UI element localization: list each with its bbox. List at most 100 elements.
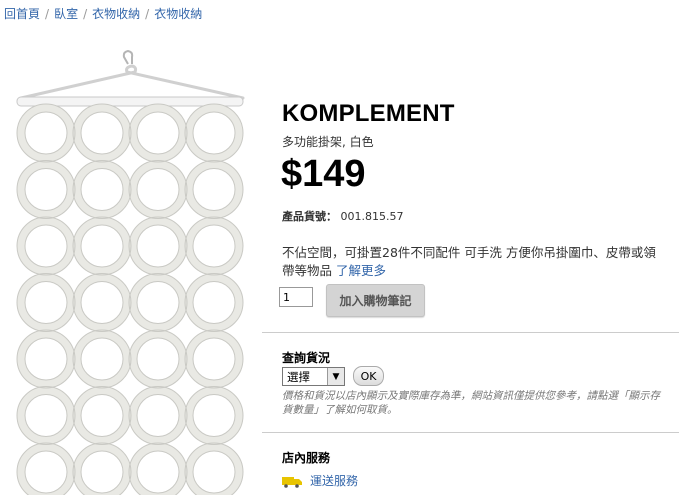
hanger-ring <box>192 224 236 268</box>
hanger-ring <box>192 168 236 211</box>
breadcrumb-storage[interactable]: 衣物收納 <box>92 7 140 21</box>
hanger-ring <box>73 386 131 445</box>
hanger-ring <box>16 103 76 163</box>
hanger-ring <box>129 273 187 332</box>
truck-icon <box>282 476 302 488</box>
hanger-ring <box>80 168 124 211</box>
hanger-ring <box>129 160 187 219</box>
hanger-ring <box>129 104 187 162</box>
hanger-ring <box>184 329 244 389</box>
hanger-ring <box>17 443 75 495</box>
hanger-ring <box>73 273 131 332</box>
delivery-service-label: 運送服務 <box>310 474 359 488</box>
hanger-ring <box>72 329 132 389</box>
hanger-ring <box>24 337 68 381</box>
hanger-ring <box>129 217 187 275</box>
hanger-ring <box>17 386 75 445</box>
hanger-ring <box>72 160 132 219</box>
hanger-ring <box>73 443 131 495</box>
hanger-ring <box>24 281 68 324</box>
product-description: 不佔空間，可掛置28件不同配件 可手洗 方便你吊掛圍巾、皮帶或領帶等物品 了解更… <box>282 244 667 280</box>
hanger-ring <box>185 330 243 388</box>
hanger-ring <box>72 216 132 276</box>
hanger-ring <box>136 337 180 381</box>
hanger-ring <box>73 104 131 162</box>
hanger-ring <box>128 103 188 163</box>
hanger-ring <box>185 273 243 332</box>
hanger-ring <box>129 386 187 445</box>
hanger-ring <box>80 281 124 324</box>
hanger-ring <box>192 394 236 437</box>
hanger-ring <box>185 386 243 445</box>
hanger-ring <box>128 386 188 445</box>
store-services-title: 店內服務 <box>282 451 331 465</box>
product-image[interactable] <box>15 50 255 495</box>
hanger-ring <box>129 443 187 495</box>
hanger-ring <box>128 329 188 389</box>
hanger-ring <box>192 111 236 155</box>
chevron-down-icon[interactable]: ▼ <box>327 368 344 385</box>
add-to-shopping-list-button[interactable]: 加入購物筆記 <box>326 284 425 317</box>
hanger-ring <box>16 216 76 276</box>
hanger-ring <box>17 273 75 332</box>
breadcrumb-home[interactable]: 回首頁 <box>4 7 40 21</box>
breadcrumb-bedroom[interactable]: 臥室 <box>54 7 78 21</box>
hanger-ring <box>136 450 180 494</box>
quantity-input[interactable] <box>279 287 313 307</box>
hanger-ring <box>136 168 180 211</box>
hanger-ring <box>80 111 124 155</box>
hanger-ring <box>72 103 132 163</box>
hanger-ring <box>17 160 75 219</box>
hanger-ring <box>24 394 68 437</box>
stock-note: 價格和貨況以店內顯示及實際庫存為準，網站資訊僅提供您參考，請點選「顯示存貨數量」… <box>282 390 660 416</box>
hanger-ring <box>80 224 124 268</box>
hanger-ring <box>24 450 68 494</box>
hanger-ring <box>185 104 243 162</box>
hanger-ring <box>192 337 236 381</box>
article-number: 產品貨號： 001.815.57 <box>282 208 403 224</box>
product-price: $149 <box>281 153 366 195</box>
store-select[interactable]: 選擇 ▼ <box>282 367 345 386</box>
hanger-ring <box>24 168 68 211</box>
hanger-ring <box>128 216 188 276</box>
store-select-value: 選擇 <box>287 370 310 384</box>
hanger-ring <box>129 330 187 388</box>
hanger-ring <box>24 224 68 268</box>
hanger-ring <box>17 330 75 388</box>
breadcrumb-separator: / <box>83 7 88 21</box>
hanger-ring <box>73 160 131 219</box>
hanger-ring <box>184 103 244 163</box>
ok-button[interactable]: OK <box>353 366 384 386</box>
breadcrumb-separator: / <box>145 7 150 21</box>
hanger-ring <box>16 160 76 219</box>
hanger-ring <box>184 386 244 445</box>
hanger-ring <box>184 160 244 219</box>
breadcrumb-separator: / <box>45 7 50 21</box>
hanger-ring <box>72 273 132 332</box>
hanger-ring <box>128 273 188 332</box>
hanger-ring <box>184 216 244 276</box>
divider <box>262 432 679 433</box>
hanger-ring <box>80 394 124 437</box>
product-title: KOMPLEMENT <box>282 100 455 127</box>
breadcrumb-storage-sub[interactable]: 衣物收納 <box>154 7 202 21</box>
hanger-ring <box>185 443 243 495</box>
hanger-ring <box>24 111 68 155</box>
hanger-ring <box>185 217 243 275</box>
hanger-ring <box>128 160 188 219</box>
hanger-ring <box>16 386 76 445</box>
delivery-service-link[interactable]: 運送服務 <box>282 472 358 489</box>
hanger-ring <box>17 104 75 162</box>
learn-more-link[interactable]: 了解更多 <box>336 263 386 278</box>
article-number-label: 產品貨號： <box>282 210 337 223</box>
hanger-ring <box>73 217 131 275</box>
hanger-ring <box>192 281 236 324</box>
hanger-ring <box>136 111 180 155</box>
hanger-ring <box>80 450 124 494</box>
hanger-ring <box>80 337 124 381</box>
hanger-ring <box>16 273 76 332</box>
product-subtitle: 多功能掛架, 白色 <box>282 135 374 149</box>
hanger-ring <box>16 329 76 389</box>
hanger-ring <box>73 330 131 388</box>
article-number-value: 001.815.57 <box>340 210 404 223</box>
